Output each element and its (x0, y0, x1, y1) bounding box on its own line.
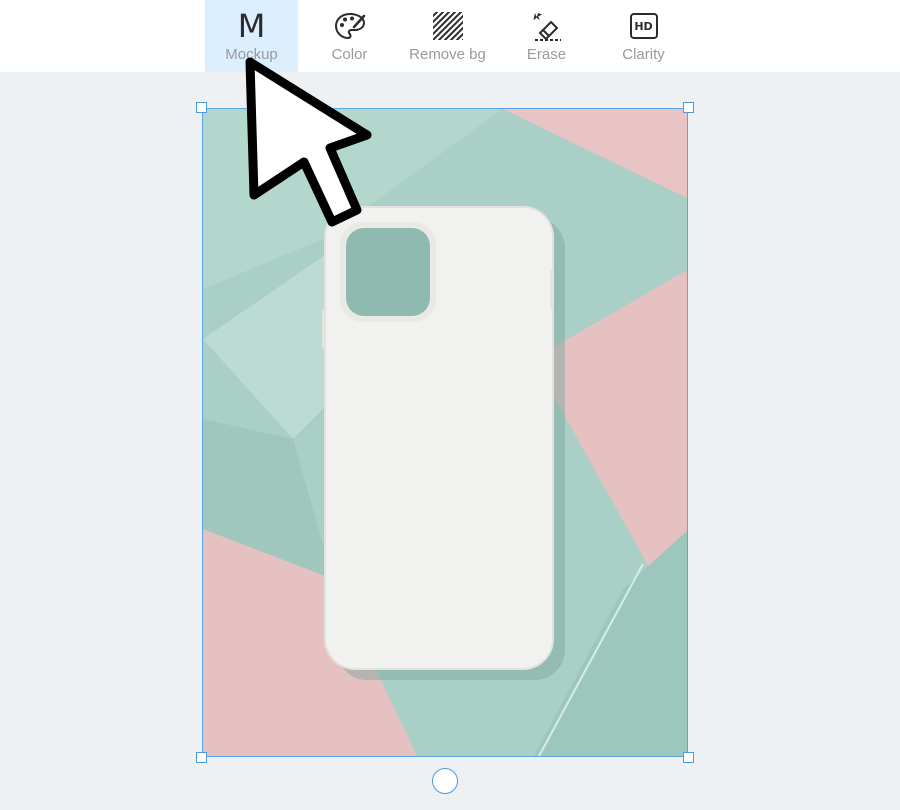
mockup-tool[interactable]: M Mockup (205, 0, 298, 72)
resize-handle-top-right[interactable] (683, 102, 694, 113)
hd-icon: HD (626, 8, 662, 44)
rotate-handle[interactable] (432, 768, 458, 794)
remove-bg-label: Remove bg (409, 46, 486, 63)
palette-icon (332, 8, 368, 44)
erase-tool[interactable]: Erase (500, 0, 593, 72)
mockup-image-svg (203, 109, 687, 756)
toolbar: M Mockup Color Remove bg Erase HD Clarit… (0, 0, 900, 72)
color-label: Color (331, 46, 368, 63)
letter-m-icon: M (234, 8, 270, 44)
remove-bg-tool[interactable]: Remove bg (400, 0, 495, 72)
eraser-icon (529, 8, 565, 44)
resize-handle-top-left[interactable] (196, 102, 207, 113)
resize-handle-bottom-right[interactable] (683, 752, 694, 763)
mockup-glyph: M (237, 7, 266, 45)
clarity-label: Clarity (622, 46, 665, 63)
phone-case-mockup-image[interactable] (202, 108, 688, 757)
mockup-label: Mockup (225, 46, 278, 63)
resize-handle-bottom-left[interactable] (196, 752, 207, 763)
hatched-square-icon (430, 8, 466, 44)
clarity-tool[interactable]: HD Clarity (597, 0, 690, 72)
erase-label: Erase (526, 46, 567, 63)
color-tool[interactable]: Color (303, 0, 396, 72)
hd-badge: HD (629, 13, 658, 39)
